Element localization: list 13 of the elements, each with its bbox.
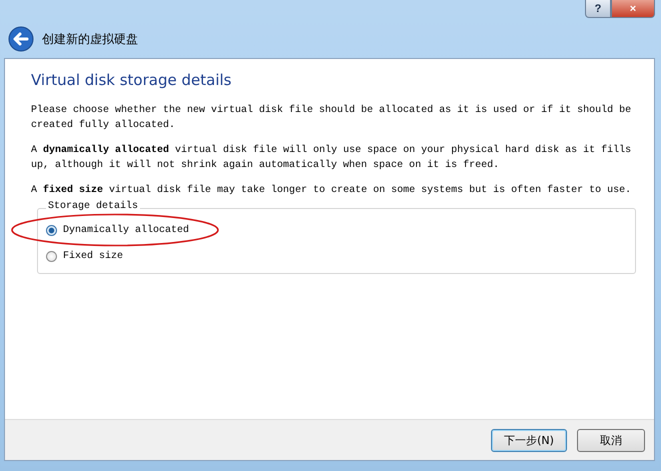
description-text: A fixed size virtual disk file may take longer to create on some systems but is often faster to use. xyxy=(31,184,632,198)
page-heading: Virtual disk storage details xyxy=(31,71,232,89)
option-label[interactable]: Fixed size xyxy=(63,250,124,262)
radio-button[interactable] xyxy=(46,224,57,236)
window-title: 创建新的虚拟硬盘 xyxy=(42,30,138,48)
description-text: A dynamically allocated virtual disk file will only use space on your physical hard disk as it fills up, although it will not shrink again automatically when space on it is freed. xyxy=(31,144,632,173)
next-button[interactable]: 下一步(N) xyxy=(491,428,567,452)
cancel-button[interactable]: 取消 xyxy=(577,428,645,452)
radio-button[interactable] xyxy=(46,250,57,262)
description-text: Please choose whether the new virtual disk file should be allocated as it is used or if it should be created fully allocated. xyxy=(31,104,632,133)
help-button[interactable]: ? xyxy=(585,0,611,18)
back-icon[interactable] xyxy=(8,26,34,52)
group-title: Storage details xyxy=(46,201,140,212)
